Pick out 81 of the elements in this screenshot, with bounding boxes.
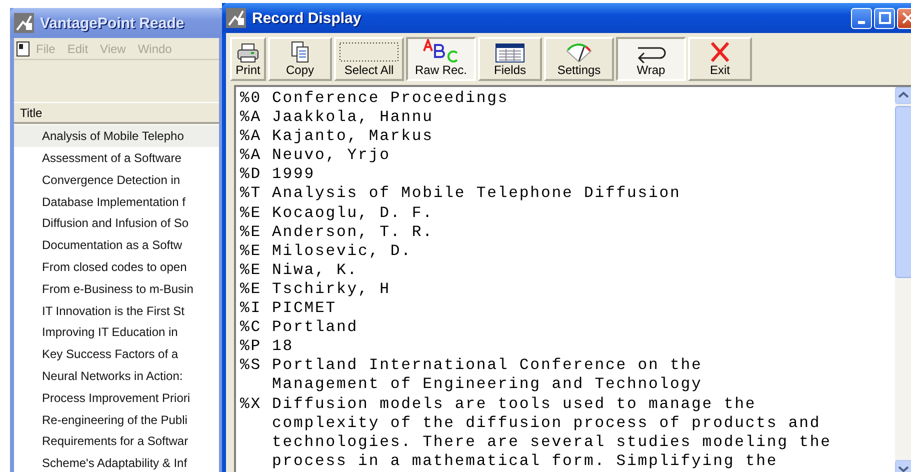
field-text: Tschirky, H [272,280,390,300]
field-text: Jaakkola, Hannu [272,108,434,128]
scroll-thumb[interactable] [895,106,911,278]
close-icon [902,12,911,24]
toolbar-button[interactable]: Raw Rec. [406,37,476,81]
list-row[interactable]: Scheme's Adaptability & Inf [14,452,219,472]
field-tag: %A [240,146,272,166]
table-icon [495,43,525,63]
field-tag: %A [240,108,272,128]
toolbar-button[interactable]: Exit [688,37,752,81]
field-text: Portland [272,318,358,338]
toolbar-button[interactable]: Wrap [616,37,686,81]
toolbar-button[interactable]: Fields [478,37,542,81]
field-tag: %A [240,127,272,146]
field-text: 1999 [272,165,316,184]
field-text: Anderson, T. R. [272,222,434,242]
document-icon[interactable] [16,40,30,57]
list-row[interactable]: Documentation as a Softw [14,234,219,256]
app-icon [14,13,34,33]
field-text: 18 [272,337,294,356]
field-text: Neuvo, Yrjo [272,146,390,166]
gauge-icon [564,43,594,63]
column-header[interactable]: Title [14,102,219,124]
field-tag: %X [240,394,272,414]
field-text: Conference Proceedings [272,89,509,108]
field-tag: %0 [240,89,272,108]
abc-letters-icon [422,39,460,63]
selection-icon [339,41,399,63]
minimize-icon [858,20,865,24]
field-tag: %I [240,299,272,318]
toolbar-button[interactable]: Print [230,37,266,81]
list-row[interactable]: From closed codes to open [14,256,219,278]
field-tag: %E [240,260,272,280]
field-tag: %E [240,204,272,223]
scroll-up-button[interactable] [895,87,911,104]
list-row[interactable]: Re-engineering of the Publi [14,408,219,430]
list-row[interactable]: Assessment of a Software [14,147,219,169]
list-row[interactable]: Database Implementation f [14,190,219,212]
field-text: Portland International Conference on the [272,356,702,376]
field-text: Analysis of Mobile Telephone Diffusion [272,184,681,204]
field-text: Kajanto, Markus [272,127,434,146]
field-tag: %T [240,184,272,204]
field-text: Niwa, K. [272,260,358,280]
scrollbar[interactable] [895,87,911,472]
list-row[interactable]: From e-Business to m-Busin [14,278,219,300]
field-text: Management of Engineering and Technology [272,375,702,394]
field-text: Milosevic, D. [272,242,412,261]
maximize-icon [878,12,890,24]
minimize-button[interactable] [851,8,872,28]
list-row[interactable]: Improving IT Education in [14,321,219,344]
maximize-button[interactable] [874,8,895,28]
list-row[interactable]: Process Improvement Priori [14,386,219,409]
field-text: Diffusion models are tools used to manage the [272,394,756,414]
field-text: PICMET [272,299,337,318]
app-icon [226,8,246,28]
field-tag: %E [240,280,272,300]
field-text: Kocaoglu, D. F. [272,204,434,223]
field-tag: %E [240,242,272,261]
list-row[interactable]: Diffusion and Infusion of So [14,212,219,234]
toolbar-button[interactable]: Select All [334,37,404,81]
close-icon [709,41,731,63]
field-text: complexity of the diffusion process of products and [272,414,821,433]
printer-icon [237,43,259,63]
list-row[interactable]: Requirements for a Softwar [14,430,219,452]
field-tag: %P [240,337,272,356]
list-row[interactable]: Key Success Factors of a [14,343,219,366]
field-tag: %C [240,318,272,338]
field-tag: %S [240,356,272,376]
toolbar-button[interactable]: Copy [268,37,332,81]
list-row[interactable]: Neural Networks in Action: [14,365,219,387]
window-title: Record Display [252,10,362,26]
window-title: VantagePoint Reade [40,14,184,32]
copy-icon [290,41,310,63]
field-tag: %E [240,222,272,242]
list-row[interactable]: Analysis of Mobile Telepho [14,125,219,148]
field-tag: %D [240,165,272,184]
toolbar-button[interactable]: Settings [544,37,614,81]
list-row[interactable]: IT Innovation is the First St [14,300,219,322]
field-text: technologies. There are several studies modeling the [272,432,832,452]
field-text: process in a mathematical form. Simplifying the [272,452,778,471]
list-row[interactable]: Convergence Detection in [14,168,219,191]
